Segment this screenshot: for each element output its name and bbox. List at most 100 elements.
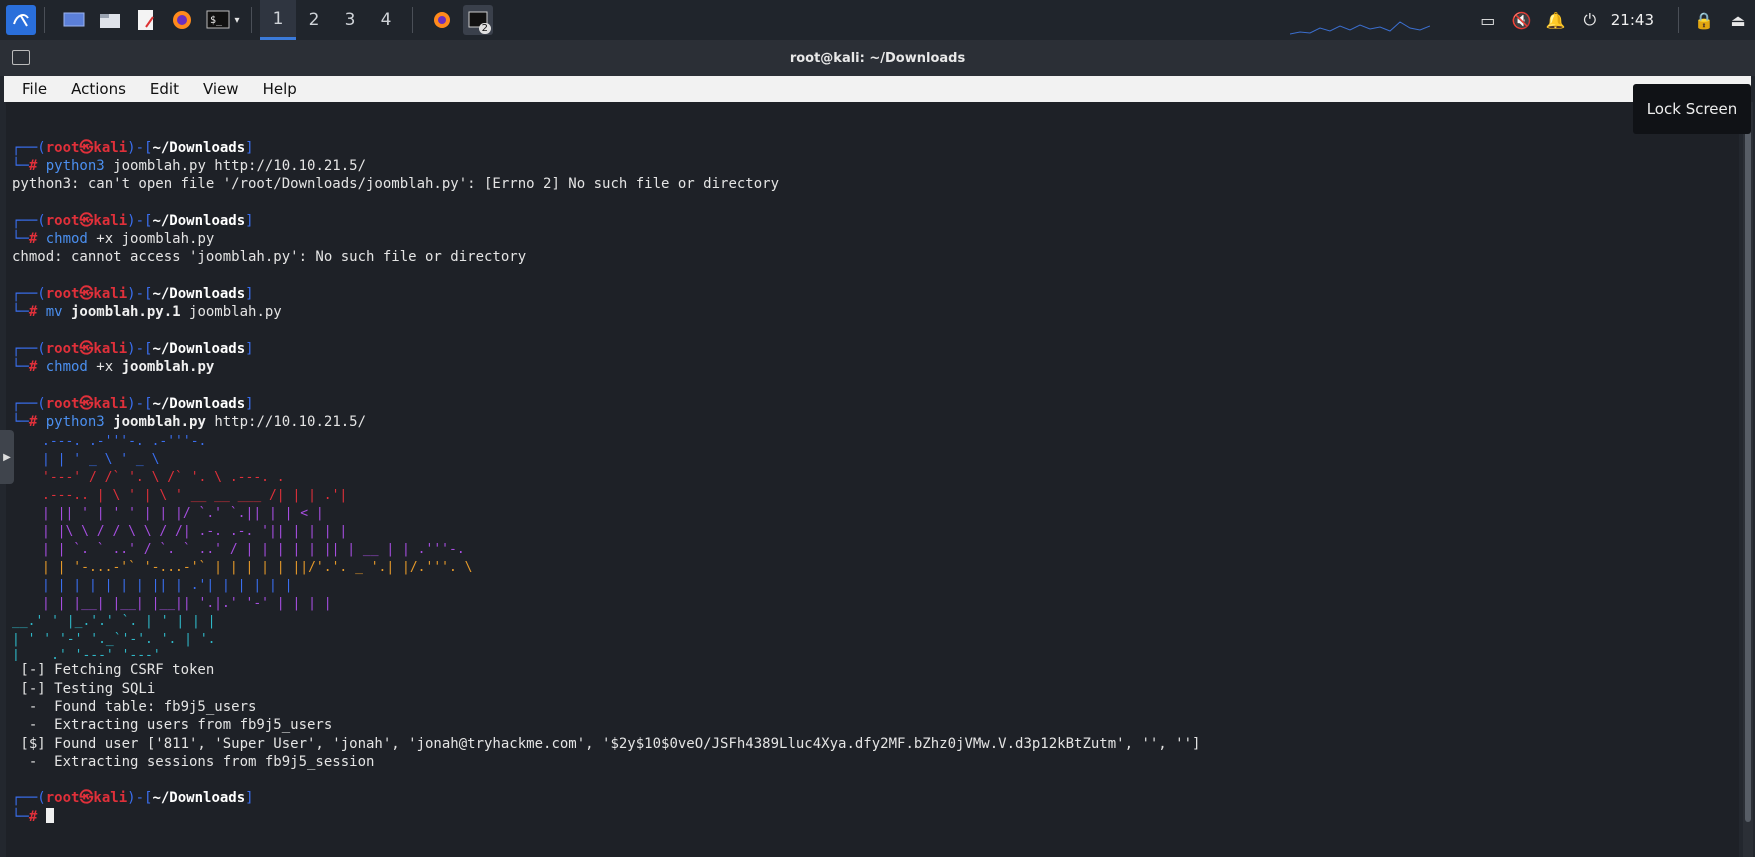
command-line: └─# python3 joomblah.py http://10.10.21.… bbox=[12, 413, 1739, 431]
lock-icon[interactable]: 🔒 bbox=[1687, 11, 1721, 30]
menu-help[interactable]: Help bbox=[251, 80, 309, 98]
desktop-icon[interactable] bbox=[59, 5, 89, 35]
prompt-directory: ~/Downloads bbox=[152, 790, 246, 807]
workspace-3[interactable]: 3 bbox=[332, 0, 368, 40]
prompt-hash: # bbox=[28, 414, 46, 431]
command-name: chmod bbox=[45, 359, 88, 376]
prompt-user-host: root㉿kali bbox=[45, 139, 128, 156]
command-name: mv bbox=[45, 304, 63, 321]
prompt-line: ┌──(root㉿kali)-[~/Downloads] bbox=[12, 340, 1739, 358]
prompt-hash: # bbox=[28, 231, 46, 248]
prompt-bracket: )-[ bbox=[127, 790, 153, 807]
menubar: File Actions Edit View Help bbox=[4, 76, 1751, 102]
chevron-down-icon[interactable]: ▾ bbox=[234, 15, 239, 26]
command-args: joomblah.py bbox=[180, 304, 282, 321]
ascii-art-graphic: .---. .-'''-. .-'''-. | | ' _ \ ' _ \ '-… bbox=[12, 434, 472, 663]
logout-icon[interactable]: ⏏ bbox=[1721, 11, 1755, 30]
terminal-window: root@kali: ~/Downloads Lock Screen File … bbox=[0, 40, 1755, 857]
prompt-bracket: ] bbox=[245, 790, 254, 807]
prompt-hash: # bbox=[28, 359, 46, 376]
prompt-user-host: root㉿kali bbox=[45, 285, 128, 302]
svg-text:| |: | | |__| |__| |__|| '.|.' '-' | | | | bbox=[42, 596, 332, 611]
exploit-output: [$] Found user ['811', 'Super User', 'jo… bbox=[12, 735, 1201, 752]
prompt-line: ┌──(root㉿kali)-[~/Downloads] bbox=[12, 139, 1739, 157]
prompt-bracket: ] bbox=[245, 395, 254, 412]
file-manager-icon[interactable] bbox=[95, 5, 125, 35]
kali-menu-icon[interactable] bbox=[6, 5, 36, 35]
command-line: └─# chmod +x joomblah.py bbox=[12, 230, 1739, 248]
prompt-directory: ~/Downloads bbox=[152, 139, 246, 156]
prompt-user-host: root㉿kali bbox=[45, 212, 128, 229]
terminal-task-icon[interactable]: 2 bbox=[463, 5, 493, 35]
joomblah-ascii-banner: .---. .-'''-. .-'''-. | | ' _ \ ' _ \ '-… bbox=[12, 431, 1739, 663]
workspace-4[interactable]: 4 bbox=[368, 0, 404, 40]
exploit-output: - Found table: fb9j5_users bbox=[12, 698, 257, 715]
text-cursor bbox=[45, 807, 54, 823]
terminal-icon[interactable]: $_ ▾ bbox=[203, 5, 243, 35]
svg-text:|____.': |____.' '---' '---' bbox=[12, 648, 161, 661]
svg-text:| || ' | ' ': | || ' | ' ' | | |/ `.' `.|| | | < | bbox=[42, 506, 324, 521]
svg-text:| |: | | | | | | | || | .'| | | | | | bbox=[42, 578, 292, 593]
prompt-hash: # bbox=[28, 304, 46, 321]
side-panel-handle[interactable]: ▶ bbox=[0, 430, 14, 484]
prompt-bracket: ] bbox=[245, 212, 254, 229]
prompt-directory: ~/Downloads bbox=[152, 395, 246, 412]
workspace-1[interactable]: 1 bbox=[260, 0, 296, 40]
menu-actions[interactable]: Actions bbox=[59, 80, 138, 98]
prompt-bracket: ] bbox=[245, 285, 254, 302]
command-name: chmod bbox=[45, 231, 88, 248]
lock-screen-tooltip: Lock Screen bbox=[1633, 84, 1751, 134]
svg-text:| | ' _ \ ' _ \: | | ' _ \ ' _ \ bbox=[42, 452, 159, 467]
menu-view[interactable]: View bbox=[191, 80, 251, 98]
command-args: +x bbox=[87, 359, 114, 376]
prompt-line: ┌──(root㉿kali)-[~/Downloads] bbox=[12, 789, 1739, 807]
command-arg-bold: joomblah.py bbox=[113, 359, 215, 376]
exploit-output: - Extracting sessions from fb9j5_session bbox=[12, 753, 375, 770]
menu-file[interactable]: File bbox=[10, 80, 59, 98]
prompt-bracket: ┌──( bbox=[12, 139, 46, 156]
prompt-bracket: ┌──( bbox=[12, 395, 46, 412]
svg-text:| |\ \ / / \ \: | |\ \ / / \ \ / /| .-. .-. '|| | | | | bbox=[42, 524, 347, 539]
svg-text:.---. .-'''-. .-'''-.: .---. .-'''-. .-'''-. bbox=[42, 434, 206, 449]
firefox-icon[interactable] bbox=[167, 5, 197, 35]
power-icon[interactable]: ⏻ bbox=[1573, 10, 1607, 30]
firefox-task-icon[interactable] bbox=[427, 5, 457, 35]
prompt-bracket: ] bbox=[245, 340, 254, 357]
prompt-bracket: └─ bbox=[12, 414, 29, 431]
workspace-2[interactable]: 2 bbox=[296, 0, 332, 40]
notification-bell-icon[interactable]: 🔔 bbox=[1539, 11, 1573, 30]
svg-text:__.' ': __.' ' |_.'.' `. | ' | | | bbox=[12, 614, 216, 629]
prompt-line: ┌──(root㉿kali)-[~/Downloads] bbox=[12, 395, 1739, 413]
exploit-output: [-] Testing SQLi bbox=[12, 680, 156, 697]
cpu-graph-icon bbox=[1290, 21, 1430, 35]
prompt-bracket: )-[ bbox=[127, 340, 153, 357]
clock[interactable]: 21:43 bbox=[1611, 11, 1654, 29]
prompt-bracket: )-[ bbox=[127, 395, 153, 412]
mute-icon[interactable]: 🔇 bbox=[1505, 11, 1539, 30]
command-output: chmod: cannot access 'joomblah.py': No s… bbox=[12, 249, 527, 266]
command-line[interactable]: └─# bbox=[12, 807, 1739, 826]
prompt-hash: # bbox=[28, 157, 46, 174]
menu-edit[interactable]: Edit bbox=[138, 80, 191, 98]
scrollbar[interactable] bbox=[1743, 102, 1753, 857]
window-title: root@kali: ~/Downloads bbox=[789, 50, 966, 66]
prompt-directory: ~/Downloads bbox=[152, 340, 246, 357]
prompt-bracket: ┌──( bbox=[12, 212, 46, 229]
prompt-bracket: ┌──( bbox=[12, 790, 46, 807]
terminal-output[interactable]: ┌──(root㉿kali)-[~/Downloads] └─# python3 … bbox=[6, 102, 1739, 857]
display-icon[interactable]: ▭ bbox=[1471, 11, 1505, 30]
prompt-bracket: ┌──( bbox=[12, 285, 46, 302]
svg-text:| | `. ` ..' / `. ` ..: | | `. ` ..' / `. ` ..' / | | | | | || |… bbox=[42, 542, 465, 557]
prompt-hash: # bbox=[28, 808, 46, 825]
task-count-badge: 2 bbox=[478, 23, 491, 34]
prompt-bracket: └─ bbox=[12, 304, 29, 321]
command-arg-bold: joomblah.py.1 bbox=[62, 304, 181, 321]
svg-text:| | '-...-'` '-...-: | | '-...-'` '-...-'` | | | | | ||/'.'. … bbox=[42, 560, 472, 575]
window-titlebar[interactable]: root@kali: ~/Downloads bbox=[0, 40, 1755, 76]
prompt-user-host: root㉿kali bbox=[45, 395, 128, 412]
text-editor-icon[interactable] bbox=[131, 5, 161, 35]
